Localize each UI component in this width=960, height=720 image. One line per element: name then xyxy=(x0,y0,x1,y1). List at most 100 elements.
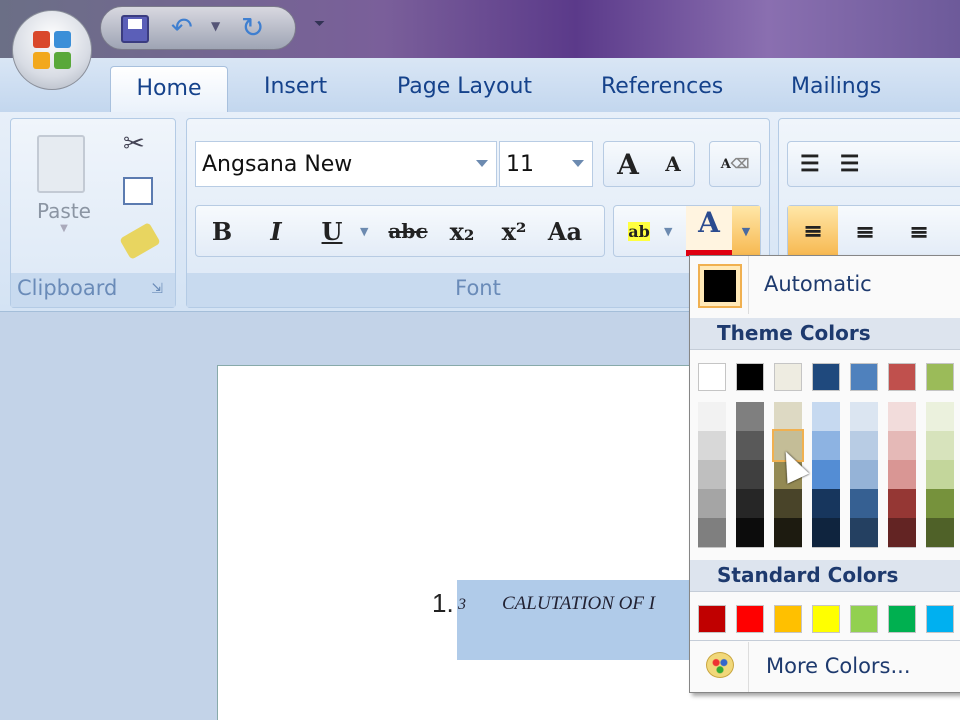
theme-shade-swatch[interactable] xyxy=(888,431,916,460)
underline-button[interactable]: U xyxy=(304,217,360,246)
format-buttons: B I U ▼ abc x₂ x² Aa xyxy=(195,205,605,257)
automatic-swatch xyxy=(698,264,742,308)
theme-shade-swatch[interactable] xyxy=(736,460,764,489)
theme-color-swatch[interactable] xyxy=(812,363,840,391)
theme-shade-swatch[interactable] xyxy=(812,431,840,460)
shrink-font-button[interactable]: A xyxy=(665,152,681,176)
standard-color-swatch[interactable] xyxy=(926,605,954,633)
cut-icon[interactable]: ✂ xyxy=(123,129,145,159)
customize-qat-icon[interactable]: ⏷ xyxy=(314,16,325,32)
align-center-icon[interactable]: ≡ xyxy=(838,217,892,246)
theme-shade-swatch[interactable] xyxy=(850,518,878,547)
theme-shade-swatch[interactable] xyxy=(812,518,840,547)
theme-shade-swatch[interactable] xyxy=(736,489,764,518)
strikethrough-button[interactable]: abc xyxy=(380,219,436,243)
theme-shade-swatch[interactable] xyxy=(850,431,878,460)
undo-icon[interactable]: ↶ xyxy=(171,13,193,43)
italic-button[interactable]: I xyxy=(248,217,304,246)
theme-shade-swatch[interactable] xyxy=(698,518,726,547)
change-case-button[interactable]: Aa xyxy=(540,217,590,246)
standard-color-swatch[interactable] xyxy=(698,605,726,633)
undo-dropdown-icon[interactable]: ▼ xyxy=(211,19,220,33)
font-color-button[interactable]: A xyxy=(686,206,732,256)
theme-shade-swatch[interactable] xyxy=(888,518,916,547)
bold-button[interactable]: B xyxy=(196,217,248,246)
heading-text: CALUTATION OF I xyxy=(502,593,656,614)
automatic-color-option[interactable]: Automatic xyxy=(690,256,960,314)
standard-color-swatch[interactable] xyxy=(812,605,840,633)
align-left-icon[interactable]: ≡ xyxy=(788,206,838,256)
theme-shade-swatch[interactable] xyxy=(774,489,802,518)
subscript-button[interactable]: x₂ xyxy=(436,217,488,246)
theme-color-swatch[interactable] xyxy=(698,363,726,391)
theme-shade-swatch[interactable] xyxy=(926,402,954,431)
theme-shade-swatch[interactable] xyxy=(888,402,916,431)
clear-formatting-button[interactable]: A ⌫ xyxy=(709,141,761,187)
standard-color-swatch[interactable] xyxy=(888,605,916,633)
highlight-dropdown-icon[interactable]: ▼ xyxy=(664,225,686,238)
tab-insert[interactable]: Insert xyxy=(264,74,327,99)
theme-shade-swatch[interactable] xyxy=(926,489,954,518)
grow-font-button[interactable]: A xyxy=(617,148,639,181)
standard-color-swatch[interactable] xyxy=(736,605,764,633)
paste-dropdown-icon: ▼ xyxy=(60,223,68,234)
theme-shade-swatch[interactable] xyxy=(850,489,878,518)
numbering-icon[interactable]: ☰ xyxy=(840,151,860,177)
font-name-combo[interactable]: Angsana New xyxy=(195,141,497,187)
theme-shade-swatch[interactable] xyxy=(812,402,840,431)
paste-button[interactable]: Paste ▼ xyxy=(29,129,99,259)
more-colors-option[interactable]: More Colors... xyxy=(690,642,960,692)
theme-shade-swatch[interactable] xyxy=(926,518,954,547)
theme-shade-swatch[interactable] xyxy=(698,402,726,431)
save-icon[interactable] xyxy=(121,15,149,43)
theme-colors-header: Theme Colors xyxy=(690,318,960,350)
theme-color-swatch[interactable] xyxy=(774,363,802,391)
superscript-button[interactable]: x² xyxy=(488,217,540,246)
theme-shade-swatch[interactable] xyxy=(736,431,764,460)
standard-color-swatch[interactable] xyxy=(850,605,878,633)
theme-shade-swatch[interactable] xyxy=(850,460,878,489)
tab-references[interactable]: References xyxy=(601,74,723,99)
theme-color-swatch[interactable] xyxy=(888,363,916,391)
theme-shade-swatch[interactable] xyxy=(926,431,954,460)
office-button[interactable] xyxy=(12,10,92,90)
theme-shade-column xyxy=(698,402,726,548)
theme-shade-swatch[interactable] xyxy=(774,402,802,431)
theme-shade-swatch[interactable] xyxy=(812,489,840,518)
theme-shade-swatch[interactable] xyxy=(926,460,954,489)
standard-color-swatch[interactable] xyxy=(774,605,802,633)
font-color-dropdown-button[interactable]: ▼ xyxy=(732,206,760,256)
theme-shade-swatch[interactable] xyxy=(736,402,764,431)
theme-shade-swatch[interactable] xyxy=(736,518,764,547)
clipboard-icon xyxy=(37,135,85,193)
theme-color-swatch[interactable] xyxy=(850,363,878,391)
theme-shade-column xyxy=(736,402,764,548)
align-right-icon[interactable]: ≡ xyxy=(892,217,946,246)
theme-shade-swatch[interactable] xyxy=(698,431,726,460)
color-buttons: ab ▼ A ▼ xyxy=(613,205,761,257)
theme-color-swatch[interactable] xyxy=(926,363,954,391)
redo-icon[interactable]: ↻ xyxy=(241,11,264,44)
font-color-menu: Automatic Theme Colors Standard Colors M… xyxy=(689,255,960,693)
format-painter-icon[interactable] xyxy=(119,222,161,260)
dialog-launcher-icon[interactable]: ⇲ xyxy=(151,281,163,297)
tab-mailings[interactable]: Mailings xyxy=(791,74,881,99)
theme-shade-swatch[interactable] xyxy=(774,518,802,547)
theme-shade-swatch[interactable] xyxy=(888,460,916,489)
theme-shade-swatch[interactable] xyxy=(850,402,878,431)
underline-dropdown-icon[interactable]: ▼ xyxy=(360,225,380,238)
text-selection xyxy=(457,580,697,660)
tab-home[interactable]: Home xyxy=(110,66,228,116)
bullets-icon[interactable]: ☰ xyxy=(800,151,820,177)
theme-color-swatch[interactable] xyxy=(736,363,764,391)
font-size-combo[interactable]: 11 xyxy=(499,141,593,187)
theme-shade-swatch[interactable] xyxy=(812,460,840,489)
copy-icon[interactable] xyxy=(123,177,153,205)
theme-shade-swatch[interactable] xyxy=(888,489,916,518)
tab-page-layout[interactable]: Page Layout xyxy=(397,74,532,99)
theme-shade-swatch[interactable] xyxy=(698,460,726,489)
clipboard-group-label: Clipboard ⇲ xyxy=(11,273,175,307)
theme-shade-swatch[interactable] xyxy=(698,489,726,518)
highlight-button[interactable]: ab xyxy=(614,221,664,241)
palette-icon xyxy=(706,652,734,678)
